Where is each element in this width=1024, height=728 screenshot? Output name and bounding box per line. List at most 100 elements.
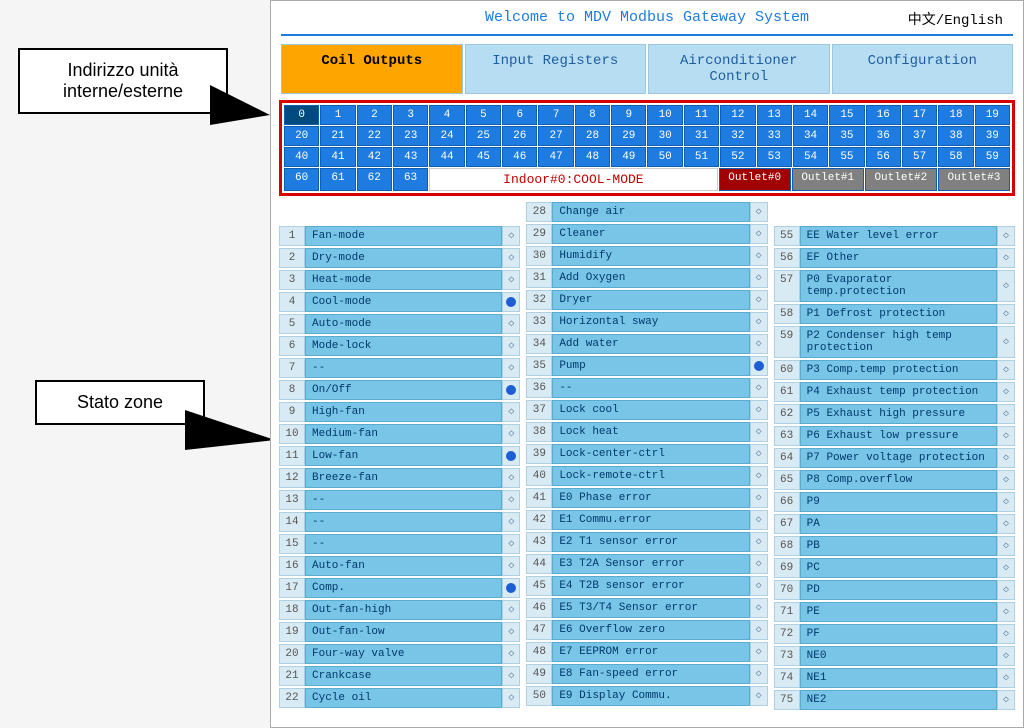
outlet-button-3[interactable]: Outlet#3 [938,168,1010,191]
address-cell-19[interactable]: 19 [975,105,1010,125]
address-cell-8[interactable]: 8 [575,105,610,125]
status-num: 31 [526,268,552,288]
address-cell-26[interactable]: 26 [502,126,537,146]
address-cell-35[interactable]: 35 [829,126,864,146]
address-cell-0[interactable]: 0 [284,105,319,125]
address-cell-22[interactable]: 22 [357,126,392,146]
address-cell-11[interactable]: 11 [684,105,719,125]
status-indicator-icon [502,600,520,620]
status-indicator-icon [997,248,1015,268]
status-indicator-icon [997,404,1015,424]
address-cell-16[interactable]: 16 [866,105,901,125]
status-row-1: 1Fan-mode [279,226,520,246]
address-cell-38[interactable]: 38 [938,126,973,146]
address-cell-53[interactable]: 53 [757,147,792,167]
status-num: 17 [279,578,305,598]
address-cell-49[interactable]: 49 [611,147,646,167]
address-cell-24[interactable]: 24 [429,126,464,146]
status-label: E4 T2B sensor error [552,576,749,596]
address-cell-63[interactable]: 63 [393,168,428,191]
address-cell-57[interactable]: 57 [902,147,937,167]
address-cell-21[interactable]: 21 [320,126,355,146]
lang-en-link[interactable]: English [944,13,1003,29]
address-cell-29[interactable]: 29 [611,126,646,146]
status-row-33: 33Horizontal sway [526,312,767,332]
address-cell-5[interactable]: 5 [466,105,501,125]
tab-configuration[interactable]: Configuration [832,44,1014,94]
outlet-button-2[interactable]: Outlet#2 [865,168,937,191]
address-cell-56[interactable]: 56 [866,147,901,167]
status-column-3: 55EE Water level error56EF Other57P0 Eva… [774,202,1015,710]
address-cell-12[interactable]: 12 [720,105,755,125]
address-cell-10[interactable]: 10 [647,105,682,125]
status-row-34: 34Add water [526,334,767,354]
address-cell-15[interactable]: 15 [829,105,864,125]
address-cell-40[interactable]: 40 [284,147,319,167]
status-label: -- [305,490,502,510]
address-cell-23[interactable]: 23 [393,126,428,146]
address-cell-36[interactable]: 36 [866,126,901,146]
address-cell-9[interactable]: 9 [611,105,646,125]
address-cell-62[interactable]: 62 [357,168,392,191]
status-num: 5 [279,314,305,334]
status-row-28: 28Change air [526,202,767,222]
address-cell-50[interactable]: 50 [647,147,682,167]
address-cell-37[interactable]: 37 [902,126,937,146]
outlet-button-0[interactable]: Outlet#0 [719,168,791,191]
address-cell-55[interactable]: 55 [829,147,864,167]
address-row: 2021222324252627282930313233343536373839 [284,126,1010,146]
status-indicator-icon [750,356,768,376]
address-cell-39[interactable]: 39 [975,126,1010,146]
address-cell-30[interactable]: 30 [647,126,682,146]
status-row-5: 5Auto-mode [279,314,520,334]
address-cell-61[interactable]: 61 [320,168,355,191]
address-cell-59[interactable]: 59 [975,147,1010,167]
address-cell-27[interactable]: 27 [538,126,573,146]
address-cell-43[interactable]: 43 [393,147,428,167]
tab-input-registers[interactable]: Input Registers [465,44,647,94]
address-cell-3[interactable]: 3 [393,105,428,125]
status-row-55: 55EE Water level error [774,226,1015,246]
address-cell-34[interactable]: 34 [793,126,828,146]
status-row-50: 50E9 Display Commu. [526,686,767,706]
status-indicator-icon [502,446,520,466]
status-indicator-icon [997,558,1015,578]
address-cell-1[interactable]: 1 [320,105,355,125]
address-cell-18[interactable]: 18 [938,105,973,125]
address-cell-54[interactable]: 54 [793,147,828,167]
address-cell-42[interactable]: 42 [357,147,392,167]
address-cell-47[interactable]: 47 [538,147,573,167]
address-cell-31[interactable]: 31 [684,126,719,146]
address-cell-13[interactable]: 13 [757,105,792,125]
status-num: 36 [526,378,552,398]
address-cell-28[interactable]: 28 [575,126,610,146]
address-cell-58[interactable]: 58 [938,147,973,167]
address-cell-48[interactable]: 48 [575,147,610,167]
address-cell-4[interactable]: 4 [429,105,464,125]
address-cell-52[interactable]: 52 [720,147,755,167]
address-cell-20[interactable]: 20 [284,126,319,146]
address-cell-45[interactable]: 45 [466,147,501,167]
address-cell-32[interactable]: 32 [720,126,755,146]
outlet-button-1[interactable]: Outlet#1 [792,168,864,191]
language-switch: 中文/English [908,9,1003,29]
address-cell-46[interactable]: 46 [502,147,537,167]
tab-airconditioner-control[interactable]: Airconditioner Control [648,44,830,94]
lang-cn-link[interactable]: 中文 [908,13,936,29]
status-label: Cool-mode [305,292,502,312]
address-cell-51[interactable]: 51 [684,147,719,167]
address-cell-25[interactable]: 25 [466,126,501,146]
address-cell-14[interactable]: 14 [793,105,828,125]
address-cell-44[interactable]: 44 [429,147,464,167]
status-indicator-icon [750,444,768,464]
address-cell-41[interactable]: 41 [320,147,355,167]
address-cell-17[interactable]: 17 [902,105,937,125]
status-num: 16 [279,556,305,576]
tab-coil-outputs[interactable]: Coil Outputs [281,44,463,94]
address-cell-2[interactable]: 2 [357,105,392,125]
address-cell-33[interactable]: 33 [757,126,792,146]
status-row-62: 62P5 Exhaust high pressure [774,404,1015,424]
address-cell-60[interactable]: 60 [284,168,319,191]
address-cell-6[interactable]: 6 [502,105,537,125]
address-cell-7[interactable]: 7 [538,105,573,125]
